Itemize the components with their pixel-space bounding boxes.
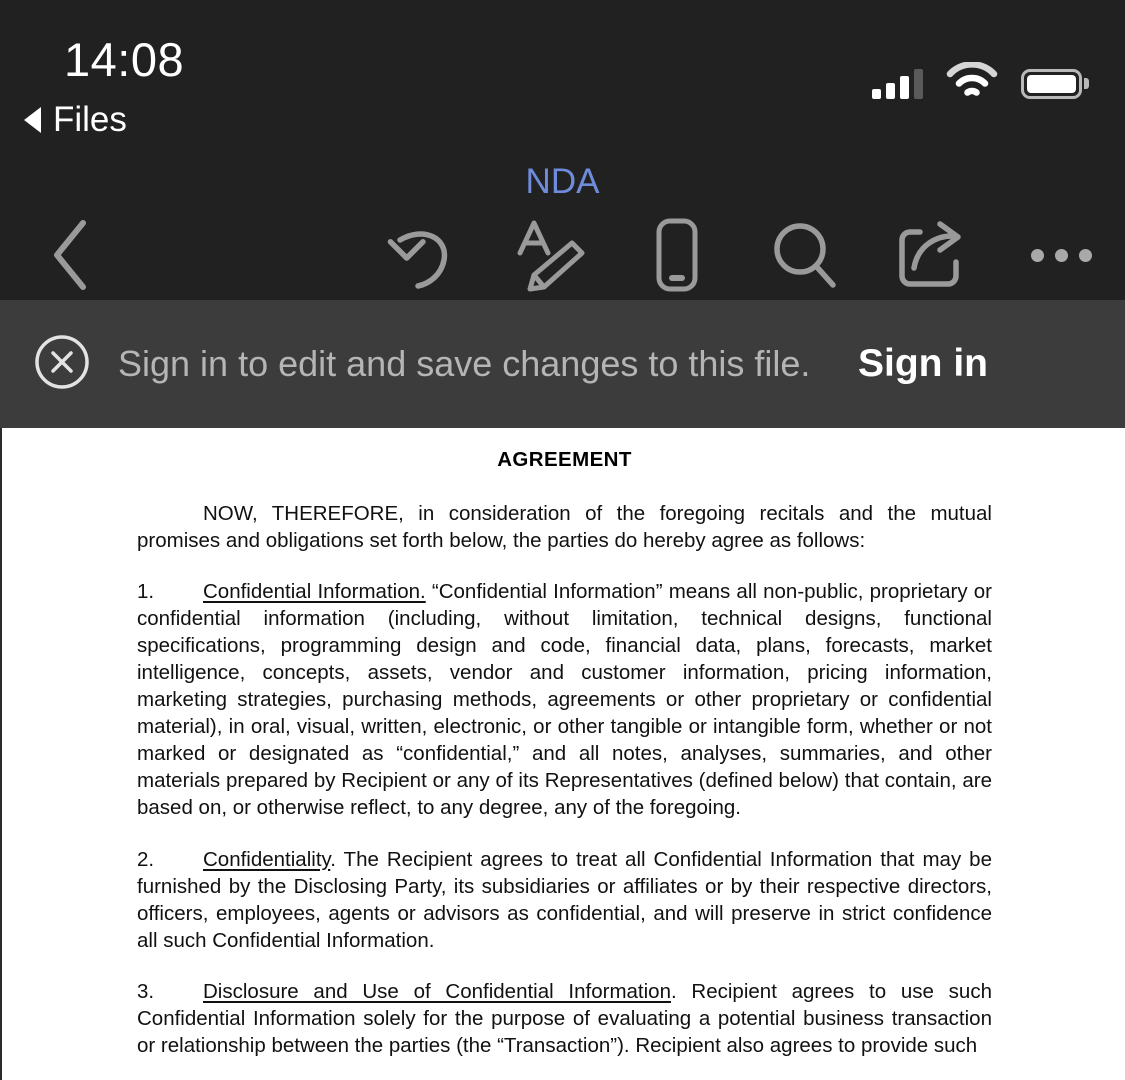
more-button[interactable] [997,210,1125,300]
banner-close-button[interactable] [32,334,92,394]
clause-text: “Confidential Information” means all non… [137,580,992,820]
status-bar-clock: 14:08 [64,33,185,86]
search-icon [770,219,840,291]
document-clause-3: 3. Disclosure and Use of Confidential Inf… [137,978,992,1059]
back-button[interactable] [34,210,106,300]
document-viewer-app: 14:08 Files NDA Sign in to edit and save… [0,0,1125,1080]
status-bar: 14:08 Files [0,0,1125,150]
clause-number: 2. [137,847,155,871]
clause-title: Confidentiality [203,847,331,871]
triangle-left-icon [24,107,41,133]
document-page: AGREEMENT NOW, THEREFORE, in considerati… [2,428,1125,1080]
undo-arrow-icon [384,218,458,292]
document-clause-2: 2. Confidentiality. The Recipient agrees … [137,846,992,954]
back-to-files-link[interactable]: Files [24,100,127,140]
text-pen-icon [510,217,588,293]
document-heading: AGREEMENT [497,448,632,471]
document-scroll-area[interactable]: AGREEMENT NOW, THEREFORE, in considerati… [0,428,1125,1080]
close-circle-icon [33,333,91,396]
toolbar-right-group [357,210,1125,300]
phone-icon [654,217,700,293]
document-clause-1: 1. Confidential Information. “Confidentia… [137,578,992,821]
toolbar-buttons [0,210,1125,300]
document-toolbar: NDA [0,150,1125,300]
clause-title: Confidential Information. [203,580,426,604]
share-button[interactable] [869,210,997,300]
ellipsis-icon [1030,248,1092,262]
chevron-left-icon [47,217,93,293]
back-to-files-label: Files [53,100,127,139]
document-paragraph-intro: NOW, THEREFORE, in consideration of the … [137,500,992,554]
markup-button[interactable] [485,210,613,300]
paragraph-text: NOW, THEREFORE, in consideration of the … [137,502,992,553]
share-icon [896,218,970,292]
sign-in-button[interactable]: Sign in [844,336,1002,392]
mobile-view-button[interactable] [613,210,741,300]
battery-icon [1021,68,1089,99]
clause-number: 1. [137,580,155,604]
clause-title: Disclosure and Use of Confidential Infor… [203,979,671,1003]
clause-number: 3. [137,979,155,1003]
signal-bars-icon [872,68,923,99]
search-button[interactable] [741,210,869,300]
status-bar-icons [872,61,1089,105]
undo-button[interactable] [357,210,485,300]
page-title: NDA [525,162,600,201]
banner-message: Sign in to edit and save changes to this… [118,342,811,384]
sign-in-banner: Sign in to edit and save changes to this… [0,300,1125,428]
wifi-icon [946,61,998,105]
